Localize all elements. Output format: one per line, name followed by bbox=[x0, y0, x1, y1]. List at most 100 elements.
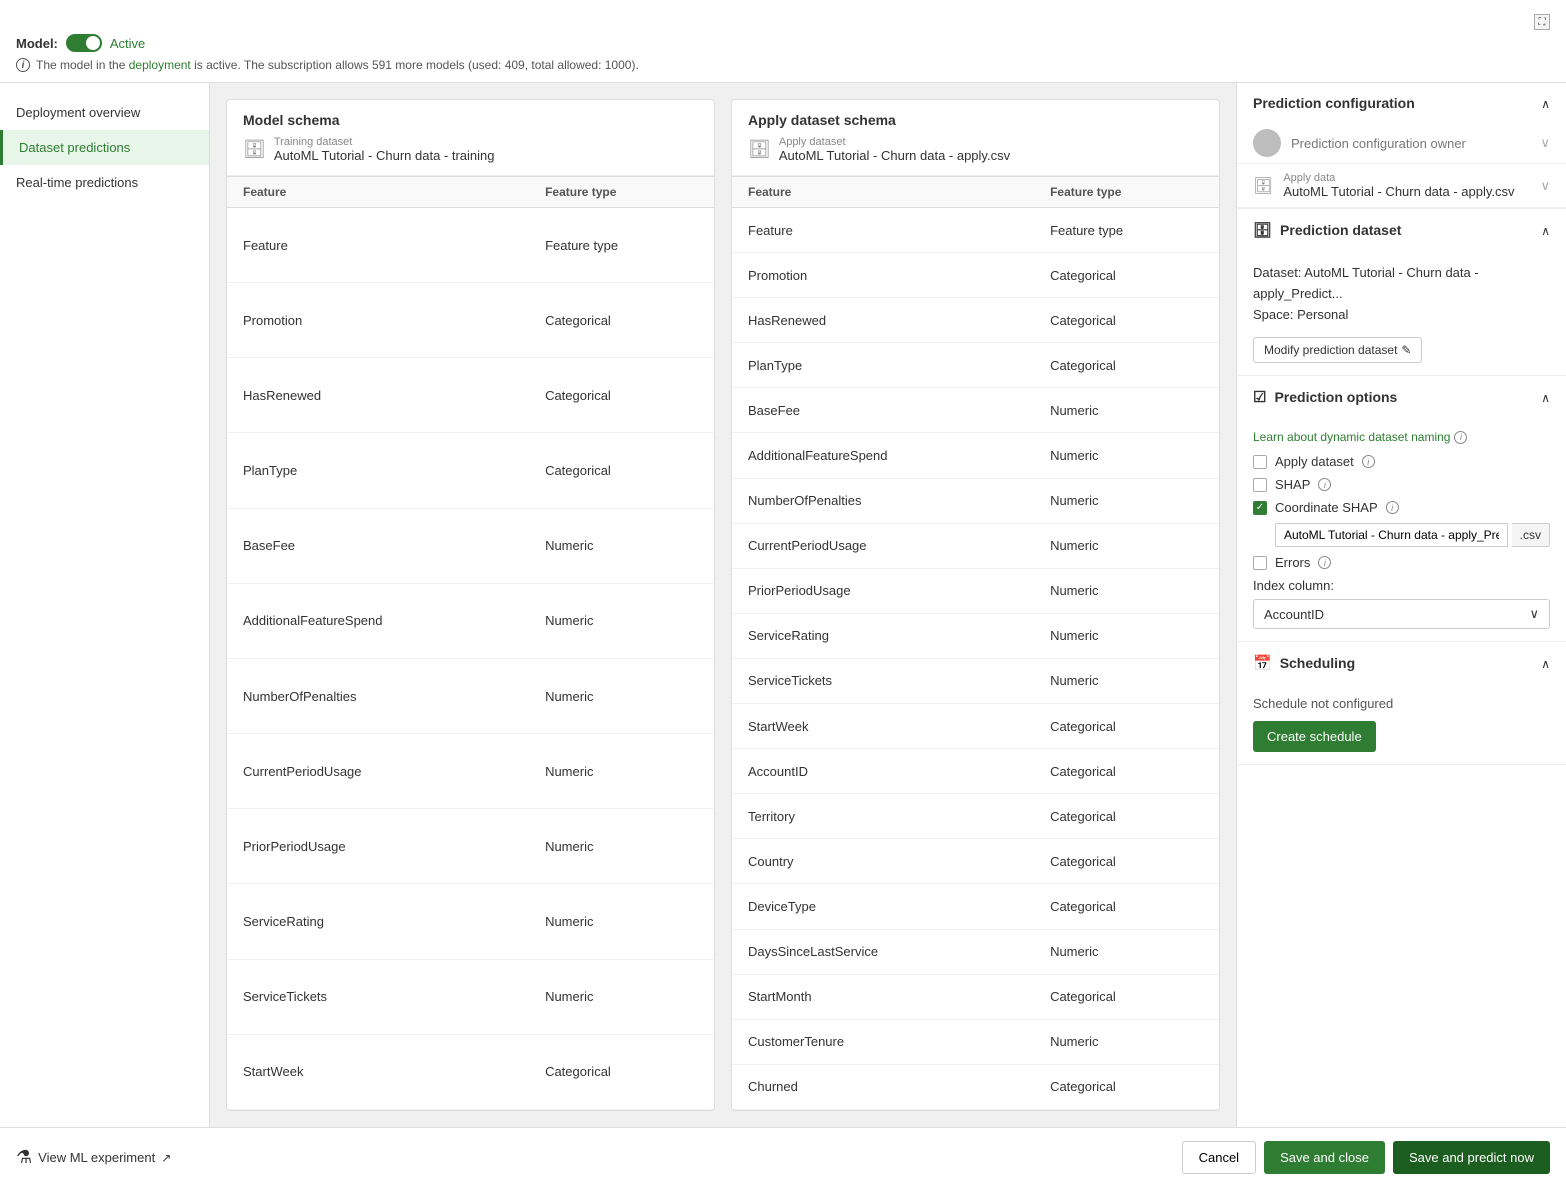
feature-cell: Promotion bbox=[732, 253, 1034, 298]
feature-cell: CustomerTenure bbox=[732, 1019, 1034, 1064]
learn-dynamic-naming-link[interactable]: Learn about dynamic dataset naming i bbox=[1253, 430, 1550, 444]
type-cell: Numeric bbox=[529, 959, 714, 1034]
feature-cell: StartWeek bbox=[732, 704, 1034, 749]
feature-cell: PriorPeriodUsage bbox=[732, 568, 1034, 613]
feature-cell: Promotion bbox=[227, 283, 529, 358]
scheduling-chevron bbox=[1541, 656, 1550, 671]
create-schedule-button[interactable]: Create schedule bbox=[1253, 721, 1376, 752]
table-row: ChurnedCategorical bbox=[732, 1064, 1219, 1109]
right-panel: Prediction configuration Prediction conf… bbox=[1236, 83, 1566, 1127]
pred-dataset-content: Dataset: AutoML Tutorial - Churn data - … bbox=[1237, 251, 1566, 375]
errors-option-label: Errors bbox=[1275, 555, 1310, 570]
index-column-label: Index column: bbox=[1253, 578, 1550, 593]
type-cell: Numeric bbox=[1034, 388, 1219, 433]
feature-cell: Churned bbox=[732, 1064, 1034, 1109]
save-predict-button[interactable]: Save and predict now bbox=[1393, 1141, 1550, 1174]
feature-cell: ServiceRating bbox=[732, 613, 1034, 658]
prediction-options-title-text: Prediction options bbox=[1274, 389, 1397, 405]
table-row: AccountIDCategorical bbox=[732, 749, 1219, 794]
type-cell: Categorical bbox=[1034, 298, 1219, 343]
toggle-knob bbox=[86, 36, 100, 50]
sidebar-item-realtime-predictions[interactable]: Real-time predictions bbox=[0, 165, 209, 200]
model-row: Model: Active bbox=[16, 34, 1550, 52]
type-cell: Numeric bbox=[529, 809, 714, 884]
window-expand-button[interactable]: ⛶ bbox=[1534, 14, 1550, 30]
scheduling-section: 📅 Scheduling Schedule not configured Cre… bbox=[1237, 642, 1566, 765]
type-cell: Categorical bbox=[529, 283, 714, 358]
prediction-options-section: ☑ Prediction options Learn about dynamic… bbox=[1237, 376, 1566, 642]
type-cell: Categorical bbox=[1034, 704, 1219, 749]
feature-cell: CurrentPeriodUsage bbox=[227, 734, 529, 809]
shap-checkbox[interactable] bbox=[1253, 478, 1267, 492]
errors-checkbox[interactable] bbox=[1253, 556, 1267, 570]
feature-cell: PlanType bbox=[732, 343, 1034, 388]
owner-avatar bbox=[1253, 129, 1281, 157]
feature-cell: CurrentPeriodUsage bbox=[732, 523, 1034, 568]
scheduling-header[interactable]: 📅 Scheduling bbox=[1237, 642, 1566, 684]
apply-data-label: Apply data bbox=[1283, 172, 1514, 184]
table-row: FeatureFeature type bbox=[227, 208, 714, 283]
model-dataset-text: Training dataset AutoML Tutorial - Churn… bbox=[274, 136, 495, 163]
model-schema-header-row: Feature Feature type bbox=[227, 177, 714, 208]
table-row: AdditionalFeatureSpendNumeric bbox=[732, 433, 1219, 478]
model-info-text: The model in the deployment is active. T… bbox=[36, 58, 639, 72]
modify-prediction-dataset-button[interactable]: Modify prediction dataset ✎ bbox=[1253, 337, 1422, 363]
model-label: Model: bbox=[16, 36, 58, 51]
type-cell: Numeric bbox=[1034, 433, 1219, 478]
type-cell: Numeric bbox=[1034, 523, 1219, 568]
model-status: Active bbox=[110, 36, 145, 51]
model-schema-table: Feature Feature type FeatureFeature type… bbox=[227, 176, 714, 1110]
apply-dataset-name: AutoML Tutorial - Churn data - apply.csv bbox=[779, 148, 1010, 163]
coordinate-shap-checkbox[interactable] bbox=[1253, 501, 1267, 515]
prediction-options-header[interactable]: ☑ Prediction options bbox=[1237, 376, 1566, 418]
type-cell: Categorical bbox=[529, 1034, 714, 1109]
table-row: HasRenewedCategorical bbox=[732, 298, 1219, 343]
shap-option-row: SHAP i bbox=[1253, 477, 1550, 492]
index-column-selected: AccountID bbox=[1264, 607, 1324, 622]
errors-info-icon: i bbox=[1318, 556, 1331, 569]
owner-chevron-down-icon[interactable]: ∨ bbox=[1540, 135, 1550, 151]
prediction-config-header[interactable]: Prediction configuration bbox=[1237, 83, 1566, 123]
feature-cell: StartMonth bbox=[732, 974, 1034, 1019]
apply-data-value: AutoML Tutorial - Churn data - apply.csv bbox=[1283, 184, 1514, 199]
shap-option-label: SHAP bbox=[1275, 477, 1310, 492]
type-cell: Categorical bbox=[529, 358, 714, 433]
sidebar-item-dataset-predictions[interactable]: Dataset predictions bbox=[0, 130, 209, 165]
model-toggle[interactable] bbox=[66, 34, 102, 52]
prediction-config-owner-row: Prediction configuration owner ∨ bbox=[1237, 123, 1566, 164]
apply-feature-col-header: Feature bbox=[732, 177, 1034, 208]
pred-dataset-info: Dataset: AutoML Tutorial - Churn data - … bbox=[1253, 263, 1550, 325]
full-main: Deployment overview Dataset predictions … bbox=[0, 83, 1566, 1127]
scheduling-icon: 📅 bbox=[1253, 654, 1272, 672]
type-cell: Feature type bbox=[529, 208, 714, 283]
deployment-link[interactable]: deployment bbox=[129, 58, 191, 72]
apply-schema-header: Apply dataset schema 🗄 Apply dataset Aut… bbox=[732, 100, 1219, 176]
index-column-select[interactable]: AccountID ∨ bbox=[1253, 599, 1550, 629]
coord-shap-ext: .csv bbox=[1512, 523, 1550, 547]
prediction-dataset-title-text: Prediction dataset bbox=[1280, 222, 1401, 238]
apply-dataset-text: Apply dataset AutoML Tutorial - Churn da… bbox=[779, 136, 1010, 163]
table-row: PromotionCategorical bbox=[732, 253, 1219, 298]
coord-shap-input[interactable] bbox=[1275, 523, 1508, 547]
feature-cell: ServiceRating bbox=[227, 884, 529, 959]
apply-dataset-checkbox[interactable] bbox=[1253, 455, 1267, 469]
save-close-button[interactable]: Save and close bbox=[1264, 1141, 1385, 1174]
prediction-options-chevron bbox=[1541, 390, 1550, 405]
prediction-config-title-text: Prediction configuration bbox=[1253, 95, 1415, 111]
pred-options-icon: ☑ bbox=[1253, 388, 1266, 406]
apply-data-chevron-down-icon[interactable]: ∨ bbox=[1540, 178, 1550, 194]
type-cell: Numeric bbox=[1034, 613, 1219, 658]
table-row: StartWeekCategorical bbox=[227, 1034, 714, 1109]
sidebar: Deployment overview Dataset predictions … bbox=[0, 83, 210, 1127]
cancel-button[interactable]: Cancel bbox=[1182, 1141, 1256, 1174]
sidebar-item-deployment-overview[interactable]: Deployment overview bbox=[0, 95, 209, 130]
modify-btn-label: Modify prediction dataset bbox=[1264, 343, 1397, 357]
info-icon: i bbox=[16, 58, 30, 72]
pred-dataset-icon: 🗄 bbox=[1253, 221, 1272, 239]
prediction-dataset-header[interactable]: 🗄 Prediction dataset bbox=[1237, 209, 1566, 251]
errors-option-row: Errors i bbox=[1253, 555, 1550, 570]
type-cell: Categorical bbox=[1034, 974, 1219, 1019]
type-cell: Numeric bbox=[529, 508, 714, 583]
view-experiment-button[interactable]: ⚗ View ML experiment ↗ bbox=[16, 1147, 171, 1168]
table-row: HasRenewedCategorical bbox=[227, 358, 714, 433]
